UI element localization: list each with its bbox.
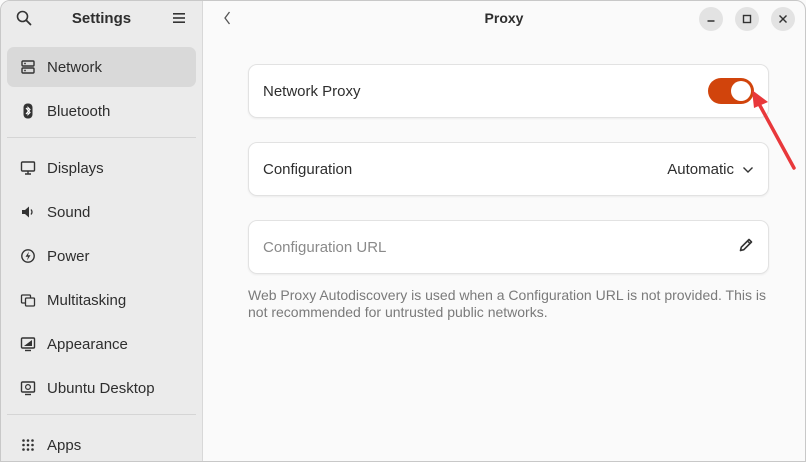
- page-title: Proxy: [484, 10, 524, 26]
- main-content: Proxy Network Proxy Configuration Automa…: [203, 1, 805, 461]
- proxy-autodiscovery-hint: Web Proxy Autodiscovery is used when a C…: [248, 287, 766, 320]
- sidebar-item-power[interactable]: Power: [7, 236, 196, 276]
- sidebar-item-bluetooth[interactable]: Bluetooth: [7, 91, 196, 131]
- configuration-url-placeholder[interactable]: Configuration URL: [263, 239, 386, 256]
- sidebar-item-network[interactable]: Network: [7, 47, 196, 87]
- menu-icon[interactable]: [168, 7, 190, 29]
- bluetooth-icon: [19, 102, 37, 120]
- window-controls: [699, 7, 795, 31]
- configuration-url-row[interactable]: Configuration URL: [248, 220, 769, 274]
- configuration-label: Configuration: [263, 160, 353, 178]
- sidebar-list: Network Bluetooth Displays Sound Power M…: [1, 35, 202, 461]
- display-icon: [19, 159, 37, 177]
- sidebar-item-label: Ubuntu Desktop: [47, 379, 155, 397]
- power-icon: [19, 247, 37, 265]
- sidebar: Settings Network Bluetooth Displays Soun…: [1, 1, 203, 461]
- sidebar-item-label: Displays: [47, 159, 104, 177]
- speaker-icon: [19, 203, 37, 221]
- close-button[interactable]: [771, 7, 795, 31]
- sidebar-item-ubuntu-desktop[interactable]: Ubuntu Desktop: [7, 368, 196, 408]
- network-proxy-row: Network Proxy: [248, 64, 769, 118]
- sidebar-divider: [7, 414, 196, 415]
- appearance-icon: [19, 335, 37, 353]
- sidebar-divider: [7, 137, 196, 138]
- sidebar-item-label: Bluetooth: [47, 102, 111, 120]
- sidebar-title: Settings: [71, 9, 132, 27]
- ubuntu-desktop-icon: [19, 379, 37, 397]
- sidebar-item-label: Appearance: [47, 335, 128, 353]
- sidebar-item-apps[interactable]: Apps: [7, 425, 196, 461]
- content-header: Proxy: [203, 1, 805, 35]
- minimize-button[interactable]: [699, 7, 723, 31]
- apps-grid-icon: [19, 436, 37, 454]
- sidebar-item-label: Multitasking: [47, 291, 127, 309]
- sidebar-item-sound[interactable]: Sound: [7, 192, 196, 232]
- settings-window: Settings Network Bluetooth Displays Soun…: [0, 0, 806, 462]
- configuration-value: Automatic: [667, 160, 734, 178]
- maximize-button[interactable]: [735, 7, 759, 31]
- multitasking-icon: [19, 291, 37, 309]
- sidebar-item-displays[interactable]: Displays: [7, 148, 196, 188]
- sidebar-item-label: Apps: [47, 436, 82, 454]
- network-proxy-label: Network Proxy: [263, 82, 361, 100]
- sidebar-item-label: Sound: [47, 203, 91, 221]
- configuration-row[interactable]: Configuration Automatic: [248, 142, 769, 196]
- pencil-edit-icon[interactable]: [738, 237, 754, 257]
- annotation-arrow-icon: [752, 90, 796, 170]
- sidebar-item-label: Network: [47, 58, 103, 76]
- back-chevron-icon[interactable]: [219, 8, 235, 28]
- sidebar-header: Settings: [1, 1, 202, 35]
- sidebar-item-appearance[interactable]: Appearance: [7, 324, 196, 364]
- network-icon: [19, 58, 37, 76]
- sidebar-item-label: Power: [47, 247, 90, 265]
- sidebar-item-multitasking[interactable]: Multitasking: [7, 280, 196, 320]
- search-icon[interactable]: [13, 7, 35, 29]
